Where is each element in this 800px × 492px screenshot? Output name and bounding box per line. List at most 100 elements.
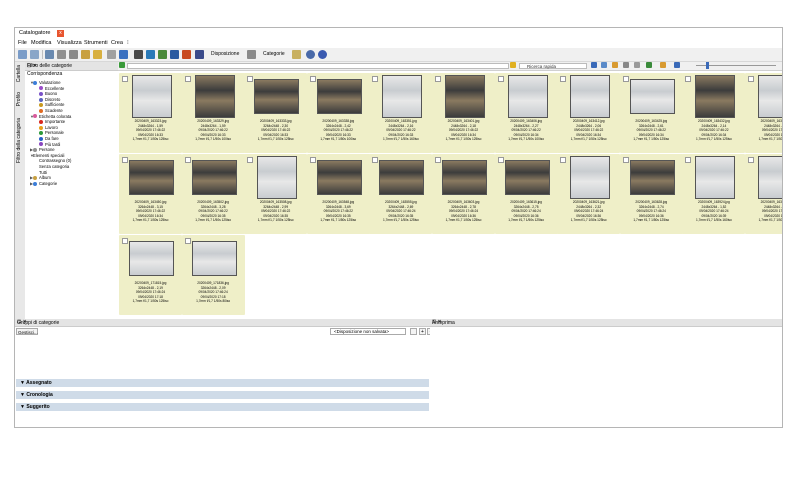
manage-button[interactable]: Gestisci...: [16, 328, 38, 335]
select-icon[interactable]: [623, 62, 629, 68]
thumbnail-item[interactable]: 20200409_163555.jpg 3264x2448 - 2,69 09/04…: [369, 154, 433, 234]
tab-filtro-categoria[interactable]: Filtro della categoria: [16, 118, 22, 163]
groups-panel-controls[interactable]: ⊡ ✕: [17, 319, 426, 325]
thumbnail-item[interactable]: 20200409_163621.jpg 2448x3264 - 2,32 09/04…: [557, 154, 621, 234]
menu-crea[interactable]: Crea: [111, 40, 123, 46]
tag-checkbox[interactable]: [372, 76, 379, 82]
slideshow-icon[interactable]: [45, 50, 54, 59]
nav-icon[interactable]: [591, 62, 597, 68]
tag-checkbox[interactable]: [309, 157, 316, 163]
thumbnail-item[interactable]: 20200409_163333.jpg 3264x2448 - 2,30 09/04…: [244, 73, 308, 153]
disposition-select[interactable]: <Disposizione non salvata>: [330, 328, 406, 335]
thumbnail-item[interactable]: 20200409_163450.jpg 3264x2448 - 3,15 09/04…: [119, 154, 182, 234]
star-icon[interactable]: [510, 62, 516, 68]
thumbnail-item[interactable]: 20200409_163502.jpg 3264x2448 - 3,28 09/04…: [181, 154, 245, 234]
disposition-label[interactable]: Disposizione: [211, 51, 239, 57]
add-group-button[interactable]: +: [419, 328, 426, 335]
thumbnail-item[interactable]: 20200409_163401.jpg 2448x3264 - 2,18 09/04…: [432, 73, 495, 153]
sort-icon[interactable]: [612, 62, 618, 68]
section-assigned[interactable]: ▼ Assegnato: [16, 379, 429, 387]
thumbnail-item[interactable]: 20200409_171815.jpg 3264x2448 - 2,19 09/04…: [119, 235, 182, 315]
tag-checkbox[interactable]: [247, 157, 254, 163]
tab-cartella[interactable]: Cartella: [16, 65, 22, 82]
categories-label[interactable]: Categorie: [263, 51, 285, 57]
thumbnail-item[interactable]: 20200409_163351.jpg 2448x3264 - 2,16 09/04…: [369, 73, 433, 153]
thumbnail-item[interactable]: 20200409_163628.jpg 3264x2448 - 2,74 09/04…: [619, 154, 683, 234]
thumbnail-item[interactable]: 20200409_163438.jpg2448x3264 - 2,6109/04…: [745, 73, 782, 153]
tag-checkbox[interactable]: [748, 157, 754, 163]
quick-search-input[interactable]: Ricerca rapida: [519, 63, 587, 69]
tag-checkbox[interactable]: [435, 157, 441, 163]
section-suggested[interactable]: ▼ Suggerito: [16, 403, 429, 411]
funnel-icon[interactable]: [660, 62, 666, 68]
back-icon[interactable]: [119, 62, 125, 68]
tag-icon[interactable]: [292, 50, 301, 59]
close-icon[interactable]: x: [57, 30, 64, 37]
email-icon[interactable]: [170, 50, 179, 59]
thumbnail-item[interactable]: 20200409_171836.jpg 3264x2448 - 2,09 09/04…: [181, 235, 245, 315]
menu-file[interactable]: File: [18, 40, 27, 46]
thumbnail-item[interactable]: 20200409_163406.jpg 2448x3264 - 2,27 09/04…: [494, 73, 558, 153]
tag-checkbox[interactable]: [748, 76, 754, 82]
thumbnail-item[interactable]: 20200409_163615.jpg 3264x2448 - 2,75 09/04…: [494, 154, 558, 234]
tag-checkbox[interactable]: [372, 157, 379, 163]
tag-checkbox[interactable]: [560, 76, 567, 82]
match-dropdown[interactable]: Corrispondenza: [27, 71, 62, 77]
tab-profilo[interactable]: Profilo: [16, 92, 22, 106]
filter-icon[interactable]: [601, 62, 607, 68]
tag-checkbox[interactable]: [184, 76, 191, 82]
help-icon[interactable]: [318, 50, 327, 59]
thumbnail-item[interactable]: 20200409_163412.jpg 2448x3264 - 2,06 09/04…: [557, 73, 621, 153]
thumbnail-item[interactable]: 20200409_163508.jpg 3264x2448 - 2,99 09/04…: [244, 154, 308, 234]
monitor-icon[interactable]: [195, 50, 204, 59]
tag-checkbox[interactable]: [309, 76, 316, 82]
thumbnail-item[interactable]: 20200409_163603.jpg 3264x2448 - 2,78 09/04…: [432, 154, 495, 234]
save-disposition-button[interactable]: [410, 328, 417, 335]
tag-checkbox[interactable]: [184, 157, 191, 163]
clear-icon[interactable]: [634, 62, 640, 68]
batch-icon[interactable]: [146, 50, 155, 59]
thumbnail-item[interactable]: 20200409_163338.jpg 3264x2448 - 2,42 09/04…: [306, 73, 370, 153]
browse-icon[interactable]: [18, 50, 27, 59]
fullscreen-icon[interactable]: [30, 50, 39, 59]
tag-checkbox[interactable]: [122, 76, 128, 82]
convert-icon[interactable]: [182, 50, 191, 59]
zoom-slider-handle[interactable]: [706, 62, 709, 69]
binoculars-icon[interactable]: [119, 50, 128, 59]
tag-checkbox[interactable]: [622, 157, 629, 163]
print-icon[interactable]: [134, 50, 143, 59]
thumbnail-item[interactable]: 20200409_163323.jpg 2448x3264 - 1,59 09/04…: [119, 73, 182, 153]
tag-checkbox[interactable]: [622, 76, 629, 82]
tag-checkbox[interactable]: [497, 76, 504, 82]
panel-controls[interactable]: ⊡ ✕: [27, 63, 116, 69]
thumbnail-item[interactable]: 20200409_163425.jpg 3264x2448 - 2,61 09/04…: [619, 73, 683, 153]
more-menu-icon[interactable]: ⁝: [127, 40, 129, 46]
path-input[interactable]: [127, 63, 509, 69]
menu-strumenti[interactable]: Strumenti: [84, 40, 108, 46]
refresh-icon[interactable]: [107, 50, 116, 59]
tag-checkbox[interactable]: [122, 157, 128, 163]
menu-modifica[interactable]: Modifica: [31, 40, 51, 46]
section-history[interactable]: ▼ Cronologia: [16, 391, 429, 399]
thumbnail-item[interactable]: 20200409_163935.jpg2448x3264 - 1,8809/04…: [745, 154, 782, 234]
settings-icon[interactable]: [306, 50, 315, 59]
tag-checkbox[interactable]: [247, 76, 254, 82]
tag-checkbox[interactable]: [497, 157, 504, 163]
tag-checkbox[interactable]: [184, 238, 191, 244]
thumbnail-item[interactable]: 20200409_163924.jpg 2448x3264 - 1,52 09/04…: [682, 154, 746, 234]
folder-icon[interactable]: [81, 50, 90, 59]
thumbnail-item[interactable]: 20200409_163548.jpg 3264x2448 - 3,69 09/04…: [306, 154, 370, 234]
preview-panel-controls[interactable]: ⊡ ✕: [432, 319, 780, 325]
tools-icon[interactable]: [69, 50, 78, 59]
rotate-icon[interactable]: [57, 50, 66, 59]
tag-checkbox[interactable]: [685, 76, 692, 82]
thumbnail-item[interactable]: 20200409_163329.jpg 2448x3264 - 1,59 09/04…: [181, 73, 245, 153]
tree-item[interactable]: ▶ Categorie: [30, 181, 57, 187]
tag-filter-icon[interactable]: [646, 62, 652, 68]
categories-icon[interactable]: [247, 50, 256, 59]
tag-checkbox[interactable]: [685, 157, 692, 163]
open-folder-icon[interactable]: [93, 50, 102, 59]
view-mode-icon[interactable]: [674, 62, 680, 68]
menu-visualizza[interactable]: Visualizza: [57, 40, 82, 46]
tag-checkbox[interactable]: [560, 157, 567, 163]
